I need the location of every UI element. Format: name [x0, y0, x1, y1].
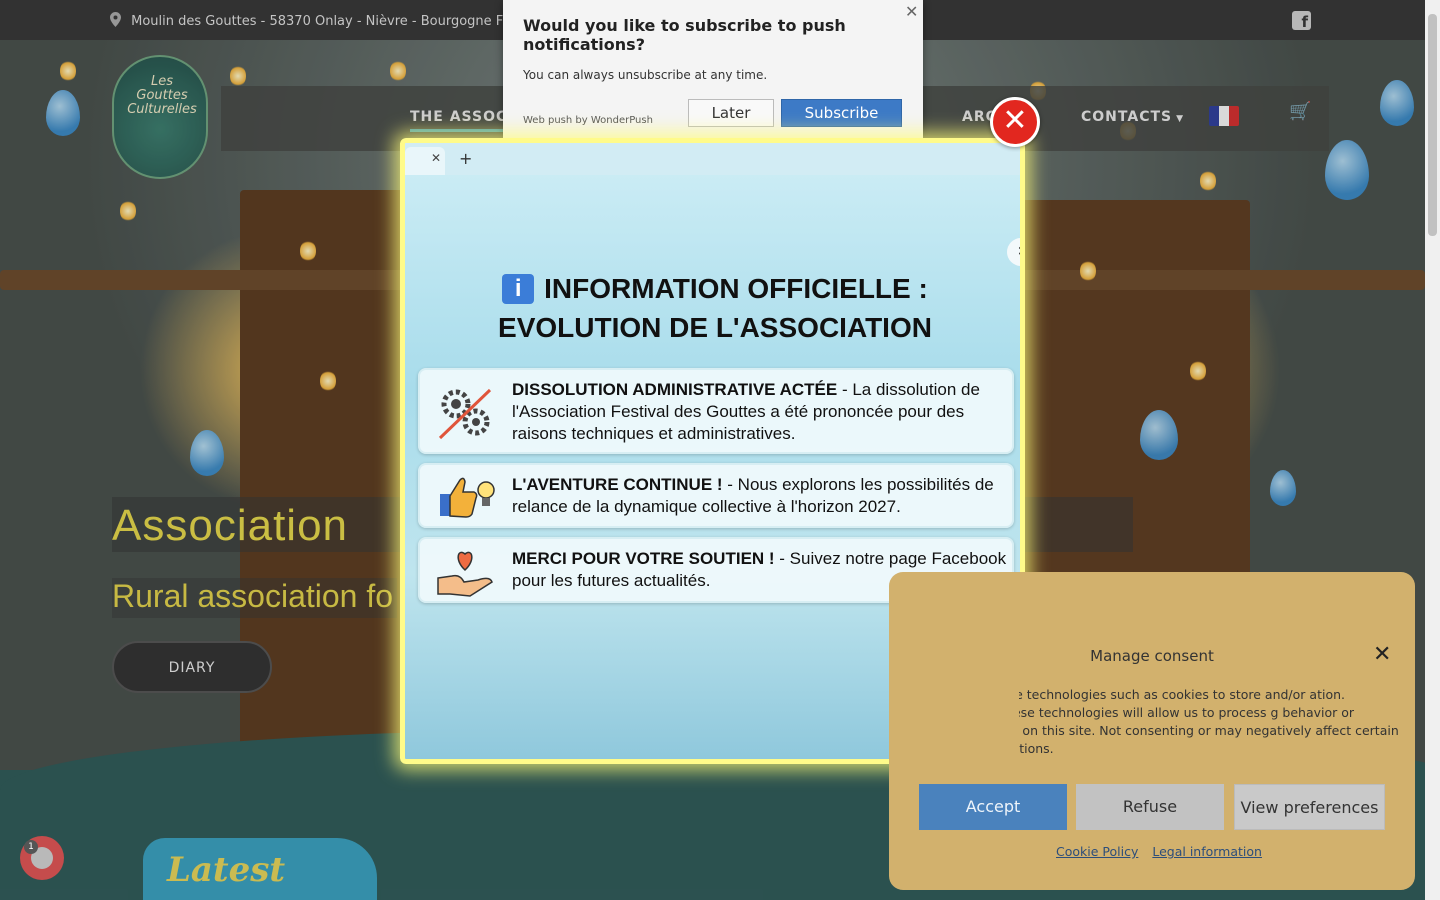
cookie-consent-panel: Manage consent ✕ xperience, we use techn… [889, 572, 1415, 890]
legal-information-link[interactable]: Legal information [1152, 844, 1262, 859]
consent-links: Cookie Policy Legal information [1056, 844, 1272, 859]
push-title: Would you like to subscribe to push noti… [523, 16, 846, 54]
thumbs-up-bulb-icon [440, 477, 495, 518]
close-icon: ✕ [431, 151, 442, 165]
card-heading: DISSOLUTION ADMINISTRATIVE ACTÉE [512, 380, 838, 399]
notification-bell-button[interactable]: 1 [20, 836, 64, 880]
consent-body: xperience, we use technologies such as c… [1019, 687, 1399, 756]
card-heading: MERCI POUR VOTRE SOUTIEN ! [512, 549, 775, 568]
later-button[interactable]: Later [688, 99, 774, 127]
view-preferences-button[interactable]: View preferences [1234, 784, 1385, 830]
next-arrow-icon: › [1007, 238, 1020, 266]
push-subtitle: You can always unsubscribe at any time. [523, 68, 768, 82]
cookie-policy-link[interactable]: Cookie Policy [1056, 844, 1138, 859]
popup-title: i INFORMATION OFFICIELLE : EVOLUTION DE L… [405, 269, 1020, 347]
info-card: L'AVENTURE CONTINUE ! - Nous explorons l… [418, 463, 1014, 528]
card-heading: L'AVENTURE CONTINUE ! [512, 475, 723, 494]
gears-icon [438, 388, 492, 440]
notification-count: 1 [24, 840, 38, 854]
scrollbar[interactable] [1425, 0, 1440, 900]
popup-title-line2: EVOLUTION DE L'ASSOCIATION [498, 312, 932, 343]
popup-tab: ✕ [405, 147, 445, 175]
push-subscribe-dialog: ✕ Would you like to subscribe to push no… [503, 0, 923, 140]
info-card: DISSOLUTION ADMINISTRATIVE ACTÉE - La di… [418, 368, 1014, 454]
accept-button[interactable]: Accept [919, 784, 1067, 830]
popup-close-button[interactable]: ✕ [990, 97, 1040, 147]
scrollbar-thumb[interactable] [1428, 14, 1437, 236]
close-icon[interactable]: ✕ [1373, 642, 1391, 667]
plus-icon: + [459, 149, 473, 168]
consent-body-clip: xperience, we use technologies such as c… [1019, 682, 1409, 762]
subscribe-button[interactable]: Subscribe [781, 99, 902, 127]
heart-hand-icon [437, 551, 493, 597]
close-icon[interactable]: ✕ [905, 2, 918, 21]
info-icon: i [502, 274, 535, 304]
consent-title: Manage consent [1090, 647, 1214, 665]
popup-tab-strip: ✕ + [405, 143, 1020, 175]
popup-title-line1: INFORMATION OFFICIELLE : [544, 273, 928, 304]
refuse-button[interactable]: Refuse [1076, 784, 1224, 830]
push-powered-by[interactable]: Web push by WonderPush [523, 115, 653, 126]
